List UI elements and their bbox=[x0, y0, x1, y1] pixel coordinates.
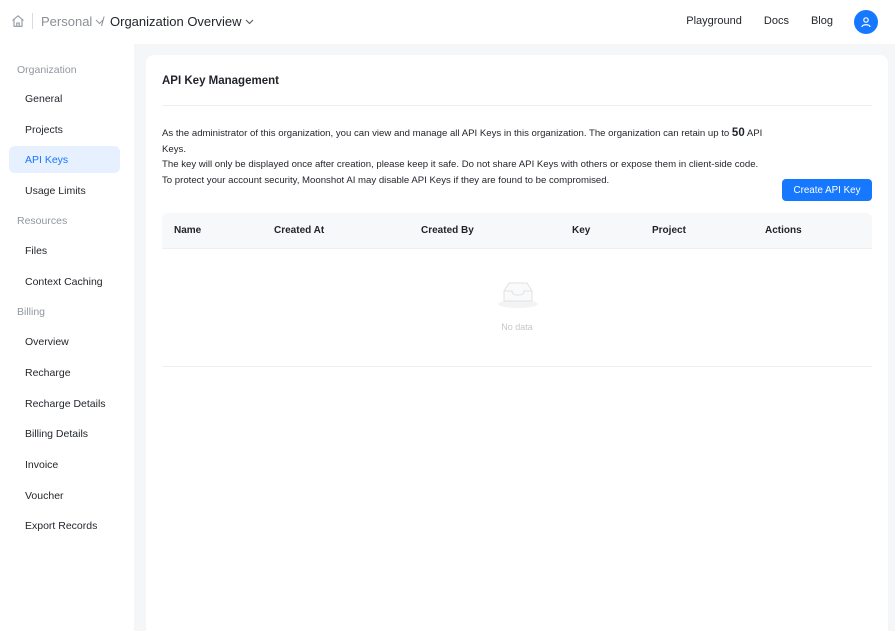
nav-playground-link[interactable]: Playground bbox=[686, 15, 742, 27]
table-empty-state: No data bbox=[162, 249, 872, 367]
description-line2: The key will only be displayed once afte… bbox=[162, 159, 759, 170]
breadcrumb-organization-label: Organization Overview bbox=[110, 14, 242, 29]
sidebar-section-organization: Organization bbox=[17, 64, 77, 76]
sidebar-item-export-records[interactable]: Export Records bbox=[9, 512, 120, 539]
sidebar-item-usage-limits[interactable]: Usage Limits bbox=[9, 177, 120, 204]
breadcrumb-divider bbox=[32, 13, 33, 29]
column-header-key[interactable]: Key bbox=[572, 225, 590, 236]
empty-state-text: No data bbox=[501, 322, 533, 332]
column-header-actions[interactable]: Actions bbox=[765, 225, 802, 236]
breadcrumb-personal[interactable]: Personal bbox=[41, 14, 104, 29]
column-header-name[interactable]: Name bbox=[174, 225, 201, 236]
nav-docs-link[interactable]: Docs bbox=[764, 15, 789, 27]
description-line3: To protect your account security, Moonsh… bbox=[162, 174, 610, 186]
sidebar-item-api-keys[interactable]: API Keys bbox=[9, 146, 120, 173]
description: As the administrator of this organizatio… bbox=[162, 126, 782, 188]
empty-inbox-icon bbox=[498, 282, 538, 308]
breadcrumb-organization[interactable]: Organization Overview bbox=[110, 14, 254, 29]
sidebar-item-billing-details[interactable]: Billing Details bbox=[9, 420, 120, 447]
sidebar-item-files[interactable]: Files bbox=[9, 237, 120, 264]
table-header: Name Created At Created By Key Project A… bbox=[162, 213, 872, 249]
top-nav: Playground Docs Blog bbox=[686, 15, 833, 27]
sidebar-item-general[interactable]: General bbox=[9, 85, 120, 112]
api-key-management-panel: API Key Management As the administrator … bbox=[146, 55, 888, 631]
column-header-created-at[interactable]: Created At bbox=[274, 225, 324, 236]
description-line1: As the administrator of this organizatio… bbox=[162, 128, 732, 139]
chevron-down-icon bbox=[245, 19, 254, 25]
sidebar: Organization General Projects API Keys U… bbox=[0, 44, 134, 631]
home-icon[interactable] bbox=[10, 13, 26, 29]
sidebar-item-invoice[interactable]: Invoice bbox=[9, 451, 120, 478]
sidebar-item-recharge-details[interactable]: Recharge Details bbox=[9, 390, 120, 417]
sidebar-item-overview[interactable]: Overview bbox=[9, 328, 120, 355]
key-limit-value: 50 bbox=[731, 127, 745, 139]
user-icon bbox=[861, 17, 871, 28]
create-api-key-button[interactable]: Create API Key bbox=[782, 179, 872, 201]
sidebar-item-voucher[interactable]: Voucher bbox=[9, 482, 120, 509]
column-header-created-by[interactable]: Created By bbox=[421, 225, 474, 236]
sidebar-section-resources: Resources bbox=[17, 215, 68, 227]
sidebar-item-recharge[interactable]: Recharge bbox=[9, 359, 120, 386]
avatar[interactable] bbox=[854, 10, 878, 34]
nav-blog-link[interactable]: Blog bbox=[811, 15, 833, 27]
breadcrumb-separator: / bbox=[101, 14, 105, 29]
breadcrumb-personal-label: Personal bbox=[41, 14, 93, 29]
page-title: API Key Management bbox=[162, 75, 279, 87]
top-bar: Personal / Organization Overview Playgro… bbox=[0, 0, 895, 44]
sidebar-section-billing: Billing bbox=[17, 306, 46, 318]
divider bbox=[162, 105, 872, 106]
sidebar-item-projects[interactable]: Projects bbox=[9, 116, 120, 143]
column-header-project[interactable]: Project bbox=[652, 225, 686, 236]
sidebar-item-context-caching[interactable]: Context Caching bbox=[9, 268, 120, 295]
